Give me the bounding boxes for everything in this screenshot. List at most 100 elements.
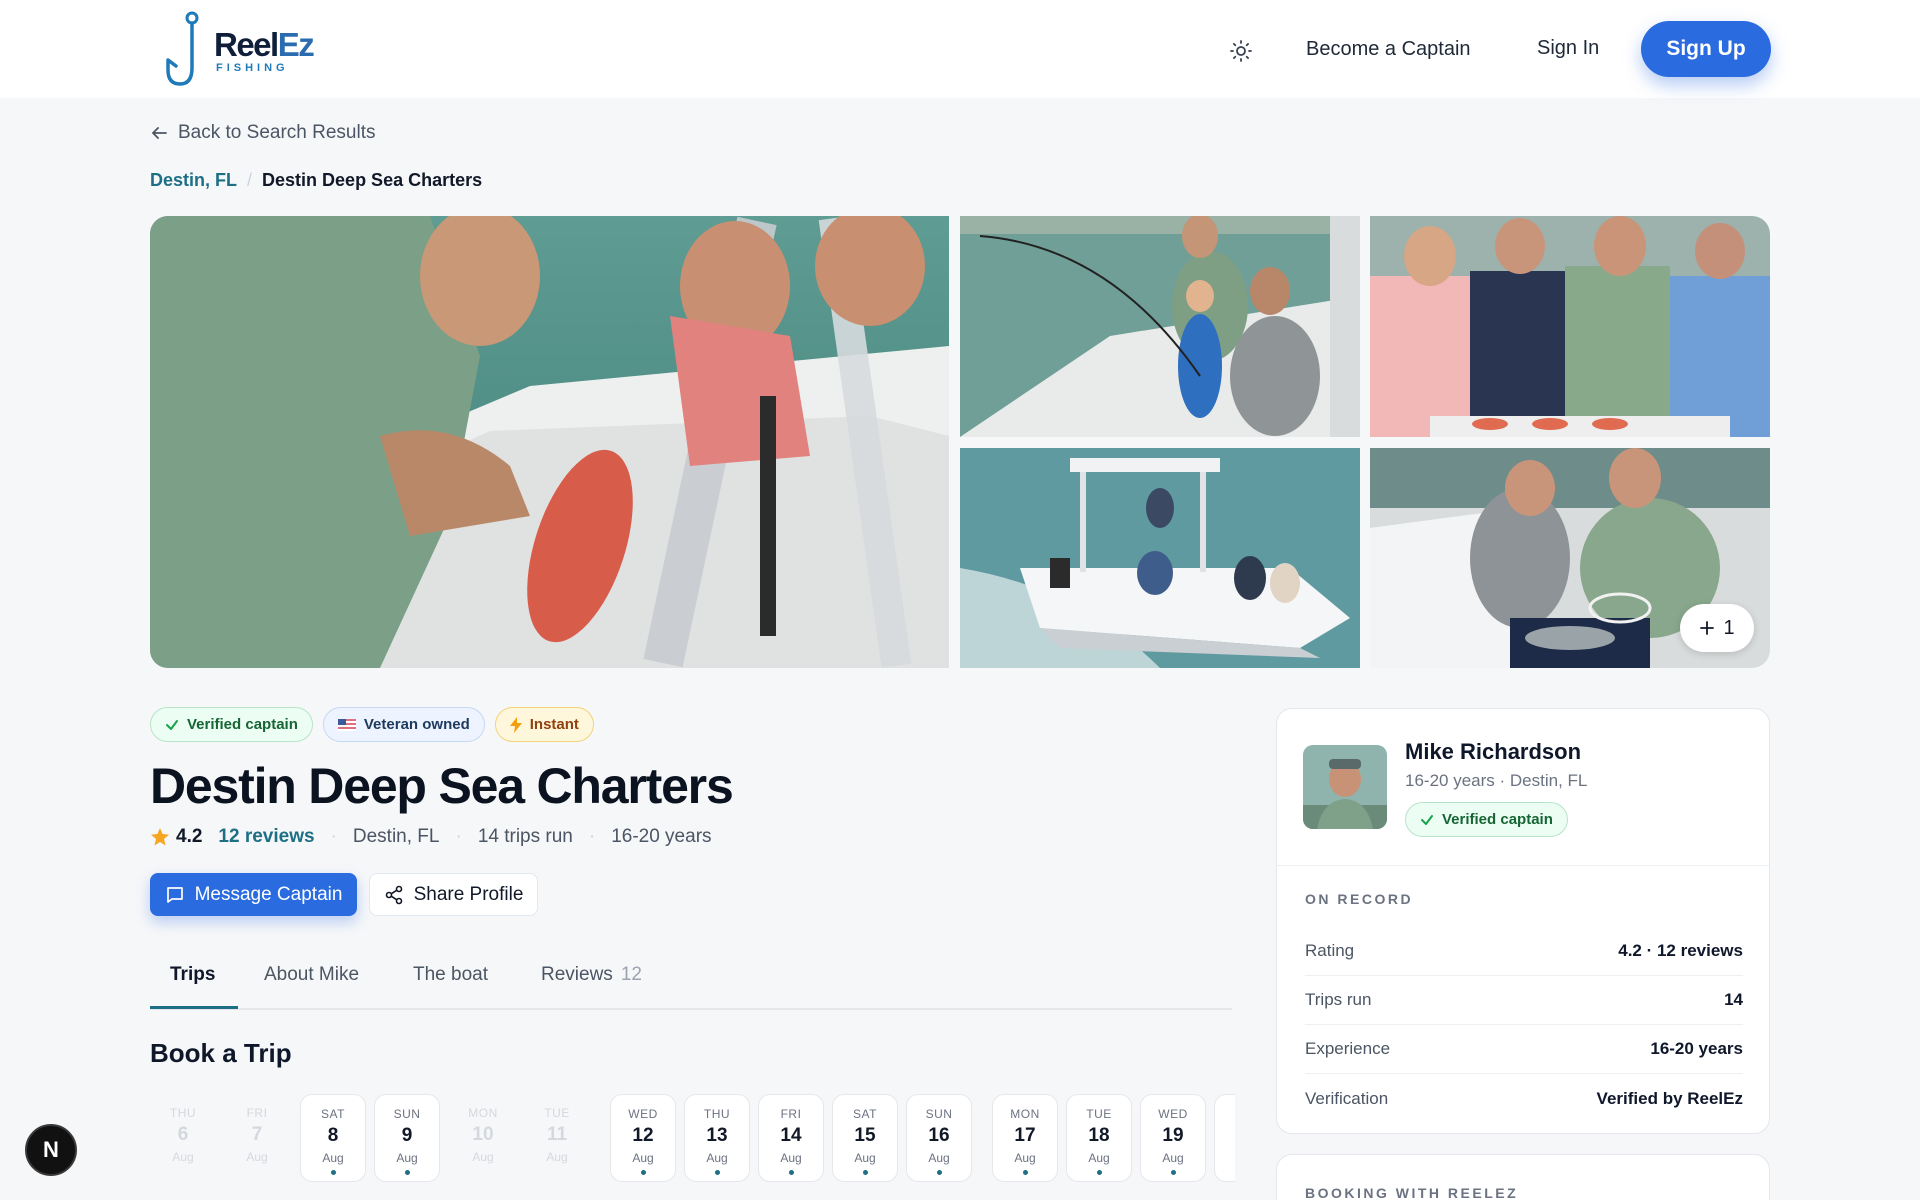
record-value: Verified by ReelEz [1596,1088,1743,1108]
active-tab-indicator [150,1006,238,1009]
theme-toggle-button[interactable] [1226,36,1256,66]
date-option: FRI 7 Aug [224,1094,290,1182]
record-row-rating: Rating 4.2 · 12 reviews [1305,927,1743,976]
verified-captain-badge: Verified captain [1405,802,1568,837]
reviews-link[interactable]: 12 reviews [218,826,314,848]
sign-in-link[interactable]: Sign In [1537,37,1599,60]
logo-subtitle: FISHING [216,62,289,74]
date-option: MON 10 Aug [450,1094,516,1182]
more-photos-button[interactable]: 1 [1680,604,1754,652]
date-month: Aug [322,1151,344,1165]
gallery-photo-3[interactable] [1370,216,1770,437]
date-day-of-week: THU [703,1107,731,1121]
breadcrumb-location-link[interactable]: Destin, FL [150,170,237,191]
instant-book-badge: Instant [494,707,594,742]
date-day-of-week: SUN [393,1107,421,1121]
back-to-search-link[interactable]: Back to Search Results [150,122,375,144]
next-dev-indicator-button[interactable]: N [25,1124,77,1176]
date-option[interactable]: SUN 9 Aug [374,1094,440,1182]
record-row-verification: Verification Verified by ReelEz [1305,1074,1743,1123]
plus-icon [1700,621,1715,635]
date-month: Aug [1014,1151,1036,1165]
logo-word-ez: Ez [277,26,315,63]
meta-separator: · [455,826,462,847]
date-option-partial[interactable] [1214,1094,1235,1182]
date-number: 8 [327,1125,339,1146]
record-key: Verification [1305,1088,1389,1108]
date-option[interactable]: WED 19 Aug [1140,1094,1206,1182]
date-option[interactable]: SAT 8 Aug [300,1094,366,1182]
date-day-of-week: SAT [321,1107,345,1121]
date-option[interactable]: THU 13 Aug [684,1094,750,1182]
availability-dot [640,1170,646,1175]
date-number: 12 [632,1125,654,1146]
message-icon [166,886,183,903]
meta-separator: · [588,826,596,847]
listing-title: Destin Deep Sea Charters [150,758,734,814]
availability-dot [1022,1170,1028,1175]
availability-dot [862,1170,868,1175]
date-month: Aug [706,1151,728,1165]
record-row-experience: Experience 16-20 years [1305,1025,1743,1074]
date-month: Aug [780,1151,802,1165]
reelez-logo[interactable]: ReelEz FISHING [164,8,315,88]
date-option: THU 6 Aug [150,1094,216,1182]
record-key: Trips run [1305,990,1372,1009]
date-month: Aug [472,1150,494,1164]
sun-icon [1230,40,1252,62]
gallery-photo-2[interactable] [960,216,1360,437]
availability-dot [714,1170,720,1175]
back-label: Back to Search Results [178,122,376,143]
tab-about[interactable]: About Mike [264,964,359,986]
location-text: Destin, FL [352,826,440,847]
breadcrumb-current: Destin Deep Sea Charters [262,170,483,190]
share-icon [385,885,402,904]
availability-dot [788,1170,794,1175]
tab-trips[interactable]: Trips [170,964,215,986]
date-day-of-week: THU [169,1106,197,1120]
date-number: 14 [780,1125,802,1146]
sign-up-button[interactable]: Sign Up [1641,21,1771,77]
date-day-of-week: SUN [925,1107,953,1121]
date-number: 17 [1014,1125,1036,1146]
captain-card: Mike Richardson 16-20 years · Destin, FL… [1276,708,1770,1134]
date-number: 16 [928,1125,950,1146]
share-profile-button[interactable]: Share Profile [369,873,538,916]
experience-text: 16-20 years [611,826,712,847]
captain-name: Mike Richardson [1405,739,1582,764]
divider [1277,865,1769,866]
date-option[interactable]: MON 17 Aug [992,1094,1058,1182]
date-number: 19 [1162,1125,1184,1146]
date-month: Aug [396,1151,418,1165]
breadcrumb-separator: / [247,170,253,190]
veteran-owned-badge: Veteran owned [322,707,485,742]
star-icon [151,828,169,846]
tab-boat[interactable]: The boat [413,964,488,986]
date-number: 9 [401,1125,413,1146]
breadcrumb: Destin, FL / Destin Deep Sea Charters [150,170,482,191]
date-day-of-week: WED [628,1107,658,1121]
share-profile-label: Share Profile [413,883,524,905]
date-day-of-week: FRI [246,1106,268,1120]
gallery-photo-4[interactable] [960,448,1360,668]
badge-label: Veteran owned [363,716,470,733]
availability-dot [1096,1170,1102,1175]
date-number: 15 [854,1125,876,1146]
date-option[interactable]: FRI 14 Aug [758,1094,824,1182]
listing-meta: 4.2 12 reviews · Destin, FL · 14 trips r… [150,826,712,848]
book-trip-heading: Book a Trip [150,1038,292,1068]
become-captain-link[interactable]: Become a Captain [1306,38,1471,61]
date-number: 6 [177,1124,189,1145]
tab-reviews[interactable]: Reviews 12 [541,964,642,986]
date-option[interactable]: WED 12 Aug [610,1094,676,1182]
listing-badges: Verified captain Veteran owned Instant [150,707,594,742]
date-month: Aug [172,1150,194,1164]
date-number: 11 [546,1124,568,1145]
date-option[interactable]: SAT 15 Aug [832,1094,898,1182]
gallery-photo-main[interactable] [150,216,949,668]
date-month: Aug [1162,1151,1184,1165]
message-captain-button[interactable]: Message Captain [150,873,357,916]
date-option[interactable]: TUE 18 Aug [1066,1094,1132,1182]
date-number: 10 [472,1124,494,1145]
date-option[interactable]: SUN 16 Aug [906,1094,972,1182]
